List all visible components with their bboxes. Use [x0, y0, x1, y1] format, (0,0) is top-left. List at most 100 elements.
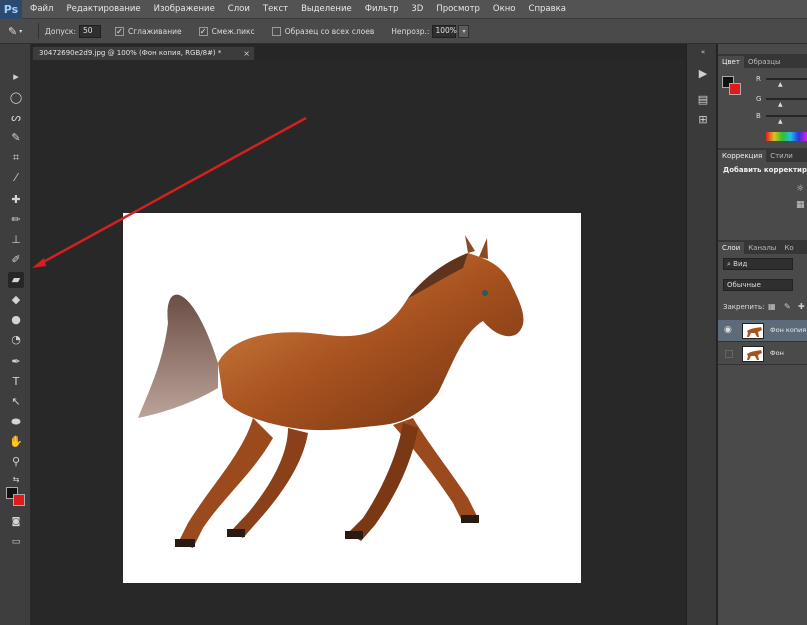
panel-dock-strip: « ▶ ▤ ⊞ — [686, 44, 717, 625]
zoom-icon[interactable]: ⚲ — [8, 454, 24, 470]
background-color-swatch[interactable] — [13, 494, 25, 506]
layer-row-background[interactable]: Фон — [718, 343, 807, 365]
menu-3d[interactable]: 3D — [411, 4, 423, 14]
screen-mode-icon[interactable]: ▭ — [8, 534, 24, 550]
layer-kind-value: Вид — [733, 260, 748, 268]
quick-mask-icon[interactable]: ◙ — [8, 514, 24, 530]
opacity-dropdown-button[interactable]: ▾ — [458, 24, 470, 38]
antialias-label: Сглаживание — [127, 26, 182, 36]
tab-channels[interactable]: Каналы — [744, 242, 780, 254]
menu-file[interactable]: Файл — [30, 4, 53, 14]
quick-select-icon[interactable]: ✎ — [8, 130, 24, 146]
layer-name: Фон — [770, 349, 784, 357]
layers-panel-tabs: Слои Каналы Ко — [718, 240, 807, 254]
check-icon: ✓ — [114, 26, 124, 36]
menu-layers[interactable]: Слои — [228, 4, 250, 14]
eyedropper-icon[interactable]: ⁄ — [8, 170, 24, 186]
menu-select[interactable]: Выделение — [301, 4, 352, 14]
tolerance-input[interactable]: 50 — [78, 24, 101, 38]
menu-help[interactable]: Справка — [529, 4, 566, 14]
contiguous-label: Смеж.пикс — [211, 26, 255, 36]
document-canvas[interactable] — [123, 213, 581, 583]
lock-move-icon[interactable]: ✚ — [798, 302, 805, 311]
levels-icon[interactable]: ▦ — [796, 200, 805, 210]
path-select-icon[interactable]: ↖ — [8, 394, 24, 410]
type-icon[interactable]: T — [8, 374, 24, 390]
lock-label: Закрепить: — [723, 303, 765, 311]
blend-mode-select[interactable]: Обычные — [723, 279, 793, 291]
slider-b-label: B — [756, 112, 761, 120]
healing-brush-icon[interactable]: ✚ — [8, 192, 24, 208]
layer-row-background-copy[interactable]: ◉ Фон копия — [718, 320, 807, 342]
tab-layers[interactable]: Слои — [718, 242, 745, 254]
sample-all-layers-checkbox[interactable]: Образец со всех слоев — [271, 26, 378, 36]
menu-filter[interactable]: Фильтр — [365, 4, 399, 14]
tab-adjustments[interactable]: Коррекция — [718, 150, 767, 162]
slider-r[interactable] — [766, 78, 807, 80]
clone-stamp-icon[interactable]: ⊥ — [8, 232, 24, 248]
layer-kind-filter[interactable]: ⌕ Вид — [723, 258, 793, 270]
chevron-down-icon: ▾ — [462, 27, 466, 35]
layer-name: Фон копия — [770, 326, 807, 334]
swap-colors-icon[interactable]: ⇆ — [8, 472, 24, 488]
sample-all-label: Образец со всех слоев — [284, 26, 375, 36]
adjustment-icon[interactable]: ☼ — [796, 184, 804, 194]
menu-window[interactable]: Окно — [493, 4, 516, 14]
blur-icon[interactable]: ● — [8, 312, 24, 328]
marquee-icon[interactable]: ◯ — [8, 90, 24, 106]
tab-styles[interactable]: Стили — [766, 150, 797, 162]
opacity-input[interactable]: 100% — [432, 24, 457, 38]
eye-icon[interactable]: ◉ — [724, 325, 732, 335]
adjustments-panel-tabs: Коррекция Стили — [718, 148, 807, 162]
slider-r-thumb[interactable]: ▲ — [778, 81, 783, 88]
color-spectrum[interactable] — [766, 132, 807, 141]
contiguous-checkbox[interactable]: ✓ Смеж.пикс — [198, 26, 258, 36]
tab-color[interactable]: Цвет — [718, 56, 744, 68]
slider-r-label: R — [756, 75, 761, 83]
menu-image[interactable]: Изображение — [154, 4, 215, 14]
lock-pixels-icon[interactable]: ▦ — [768, 302, 776, 311]
tab-paths[interactable]: Ко — [780, 242, 797, 254]
tab-swatches[interactable]: Образцы — [744, 56, 785, 68]
options-bar: ✎ ▾ Допуск: 50 ✓ Сглаживание ✓ Смеж.пикс … — [0, 19, 807, 44]
document-tab[interactable]: 30472690e2d9.jpg @ 100% (Фон копия, RGB/… — [32, 46, 255, 60]
antialias-checkbox[interactable]: ✓ Сглаживание — [114, 26, 185, 36]
paint-bucket-icon[interactable]: ◆ — [8, 292, 24, 308]
lasso-icon[interactable]: ᔕ — [8, 110, 24, 126]
slider-b-thumb[interactable]: ▲ — [778, 118, 783, 125]
slider-g-thumb[interactable]: ▲ — [778, 101, 783, 108]
play-icon[interactable]: ▶ — [695, 66, 711, 82]
color-panel-tabs: Цвет Образцы — [718, 54, 807, 68]
close-icon[interactable]: × — [243, 47, 250, 60]
brush-icon[interactable]: ✏ — [8, 212, 24, 228]
eye-off-icon[interactable] — [725, 350, 733, 358]
right-panels: Цвет Образцы R ▲ G ▲ B ▲ Коррекция Стили… — [718, 44, 807, 625]
history-brush-icon[interactable]: ✐ — [8, 252, 24, 268]
move-icon[interactable]: ▸ — [8, 69, 24, 85]
photoshop-logo: Ps — [0, 0, 22, 19]
menu-type[interactable]: Текст — [263, 4, 288, 14]
check-icon: ✓ — [198, 26, 208, 36]
slider-g-label: G — [756, 95, 762, 103]
tolerance-label: Допуск: — [45, 26, 76, 36]
shape-icon[interactable]: ⬬ — [8, 414, 24, 430]
hand-icon[interactable]: ✋ — [8, 434, 24, 450]
horse-image — [138, 235, 524, 548]
navigator-icon[interactable]: ⊞ — [695, 112, 711, 128]
histogram-icon[interactable]: ▤ — [695, 92, 711, 108]
slider-g[interactable] — [766, 98, 807, 100]
collapse-panels-icon[interactable]: « — [695, 44, 711, 60]
lock-brush-icon[interactable]: ✎ — [784, 302, 791, 311]
opacity-label: Непрозр.: — [391, 26, 430, 36]
dodge-icon[interactable]: ◔ — [8, 332, 24, 348]
menu-view[interactable]: Просмотр — [436, 4, 480, 14]
canvas-area[interactable] — [32, 60, 685, 625]
eraser-icon[interactable]: ▰ — [8, 272, 24, 288]
menu-edit[interactable]: Редактирование — [66, 4, 140, 14]
pen-icon[interactable]: ✒ — [8, 354, 24, 370]
tool-preset-picker[interactable]: ✎ ▾ — [8, 23, 32, 39]
menu-bar: Ps Файл Редактирование Изображение Слои … — [0, 0, 807, 19]
color-panel-background-swatch[interactable] — [729, 83, 741, 95]
crop-icon[interactable]: ⌗ — [8, 150, 24, 166]
slider-b[interactable] — [766, 115, 807, 117]
